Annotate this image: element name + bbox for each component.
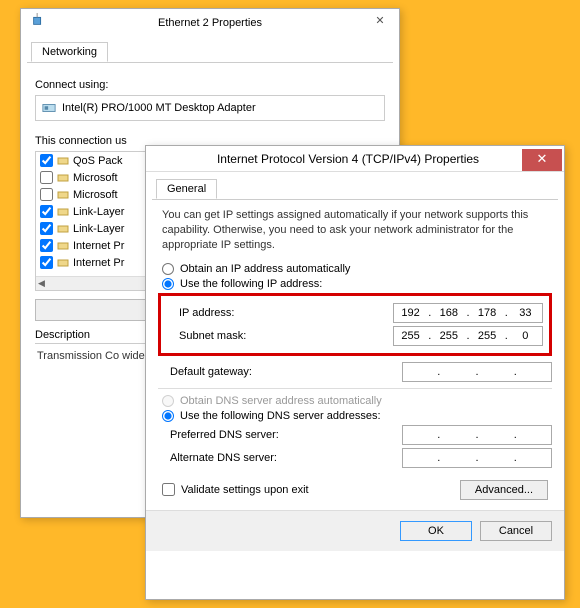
- radio-manual-dns[interactable]: Use the following DNS server addresses:: [162, 410, 548, 422]
- tab-networking[interactable]: Networking: [31, 42, 108, 62]
- radio-auto-dns: Obtain DNS server address automatically: [162, 395, 548, 407]
- list-item-label: Microsoft: [73, 172, 118, 184]
- list-item-label: Internet Pr: [73, 240, 124, 252]
- list-item-checkbox[interactable]: [40, 256, 53, 269]
- radio-manual-ip[interactable]: Use the following IP address:: [162, 278, 548, 290]
- advanced-button[interactable]: Advanced...: [460, 480, 548, 500]
- radio-auto-dns-label: Obtain DNS server address automatically: [180, 395, 382, 407]
- radio-manual-ip-input[interactable]: [162, 278, 174, 290]
- ip-address-field[interactable]: 192. 168. 178. 33: [393, 303, 543, 323]
- dialog-titlebar: Internet Protocol Version 4 (TCP/IPv4) P…: [146, 146, 564, 172]
- scroll-left-icon[interactable]: ◀: [38, 278, 45, 289]
- protocol-icon: [57, 189, 69, 201]
- list-item-checkbox[interactable]: [40, 188, 53, 201]
- list-item-label: Internet Pr: [73, 257, 124, 269]
- ipv4-properties-dialog: Internet Protocol Version 4 (TCP/IPv4) P…: [145, 145, 565, 600]
- dialog-title: Internet Protocol Version 4 (TCP/IPv4) P…: [146, 152, 522, 166]
- radio-manual-dns-input[interactable]: [162, 410, 174, 422]
- close-button[interactable]: ✕: [522, 149, 562, 171]
- preferred-dns-label: Preferred DNS server:: [158, 429, 402, 441]
- dialog-button-row: OK Cancel: [146, 510, 564, 551]
- radio-manual-dns-label: Use the following DNS server addresses:: [180, 410, 381, 422]
- adapter-field[interactable]: Intel(R) PRO/1000 MT Desktop Adapter: [35, 95, 385, 121]
- protocol-icon: [57, 240, 69, 252]
- preferred-dns-field[interactable]: . . .: [402, 425, 552, 445]
- protocol-icon: [57, 155, 69, 167]
- close-button[interactable]: ✕: [367, 11, 393, 29]
- tab-strip: General: [152, 178, 558, 200]
- list-item-checkbox[interactable]: [40, 154, 53, 167]
- tab-strip: Networking: [27, 41, 393, 63]
- dialog-titlebar: Ethernet 2 Properties ✕: [21, 9, 399, 35]
- radio-manual-ip-label: Use the following IP address:: [180, 278, 322, 290]
- radio-auto-ip-label: Obtain an IP address automatically: [180, 263, 350, 275]
- list-item-label: Microsoft: [73, 189, 118, 201]
- alternate-dns-field[interactable]: . . .: [402, 448, 552, 468]
- description-text: You can get IP settings assigned automat…: [162, 208, 548, 253]
- validate-checkbox[interactable]: [162, 483, 175, 496]
- ip-address-label: IP address:: [167, 307, 393, 319]
- subnet-mask-field[interactable]: 255. 255. 255. 0: [393, 326, 543, 346]
- adapter-icon: [42, 101, 56, 115]
- default-gateway-label: Default gateway:: [158, 366, 402, 378]
- list-item-checkbox[interactable]: [40, 222, 53, 235]
- device-icon: [31, 13, 45, 27]
- dialog-title: Ethernet 2 Properties: [158, 17, 262, 29]
- cancel-button[interactable]: Cancel: [480, 521, 552, 541]
- protocol-icon: [57, 206, 69, 218]
- list-item-checkbox[interactable]: [40, 171, 53, 184]
- list-item-checkbox[interactable]: [40, 239, 53, 252]
- protocol-icon: [57, 257, 69, 269]
- tab-general[interactable]: General: [156, 179, 217, 199]
- radio-auto-dns-input: [162, 395, 174, 407]
- list-item-checkbox[interactable]: [40, 205, 53, 218]
- protocol-icon: [57, 172, 69, 184]
- ok-button[interactable]: OK: [400, 521, 472, 541]
- subnet-mask-label: Subnet mask:: [167, 330, 393, 342]
- alternate-dns-label: Alternate DNS server:: [158, 452, 402, 464]
- radio-auto-ip-input[interactable]: [162, 263, 174, 275]
- list-item-label: QoS Pack: [73, 155, 123, 167]
- list-item-label: Link-Layer: [73, 223, 124, 235]
- protocol-icon: [57, 223, 69, 235]
- default-gateway-field[interactable]: . . .: [402, 362, 552, 382]
- connect-using-label: Connect using:: [35, 79, 385, 91]
- list-item-label: Link-Layer: [73, 206, 124, 218]
- highlight-box: IP address: 192. 168. 178. 33 Subnet mas…: [158, 293, 552, 356]
- adapter-name: Intel(R) PRO/1000 MT Desktop Adapter: [62, 102, 256, 114]
- validate-label: Validate settings upon exit: [181, 484, 309, 496]
- radio-auto-ip[interactable]: Obtain an IP address automatically: [162, 263, 548, 275]
